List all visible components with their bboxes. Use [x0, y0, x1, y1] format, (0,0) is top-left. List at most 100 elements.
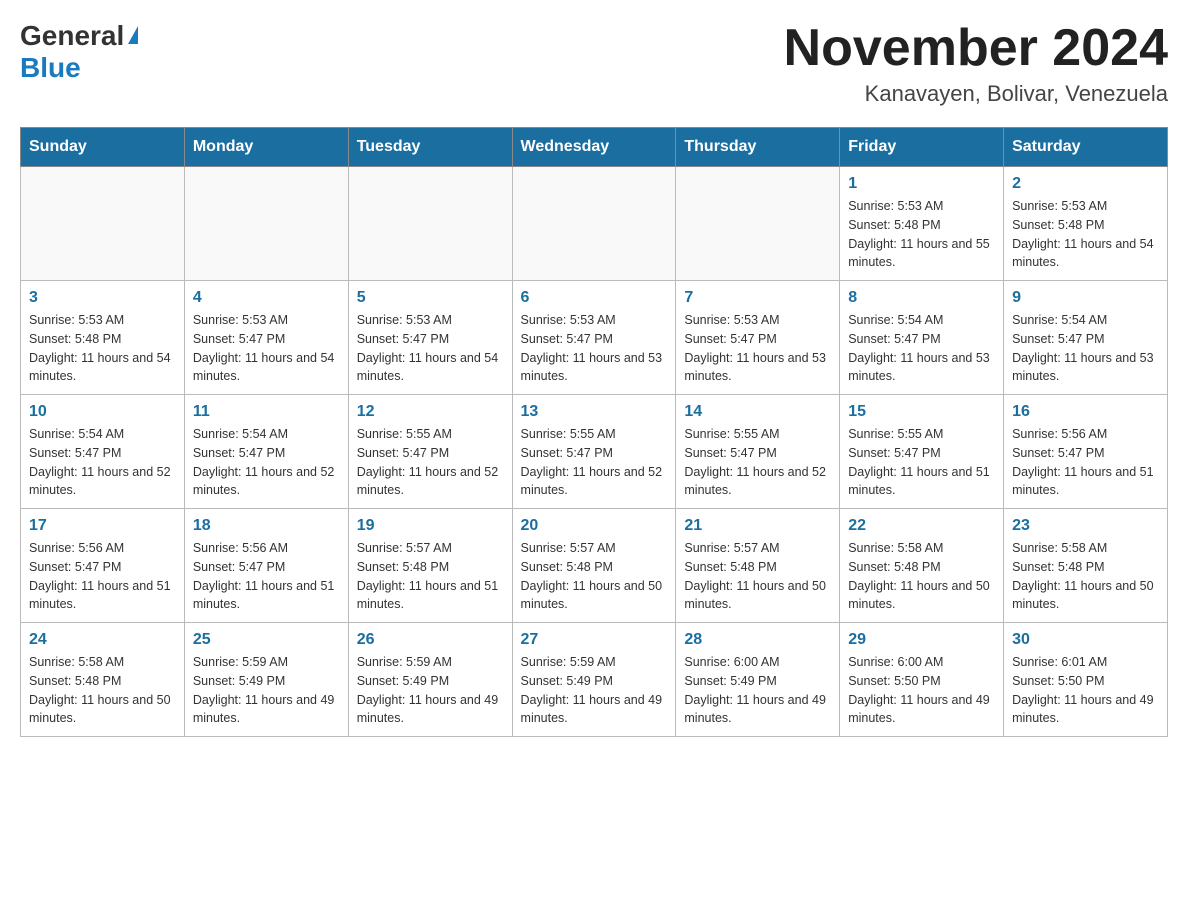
day-info: Sunrise: 5:58 AM Sunset: 5:48 PM Dayligh…	[848, 539, 995, 614]
day-of-week-header: Friday	[840, 128, 1004, 167]
calendar-cell	[348, 167, 512, 281]
day-info: Sunrise: 5:53 AM Sunset: 5:47 PM Dayligh…	[521, 311, 668, 386]
day-info: Sunrise: 5:58 AM Sunset: 5:48 PM Dayligh…	[29, 653, 176, 728]
day-number: 11	[193, 403, 340, 421]
calendar-cell	[512, 167, 676, 281]
calendar-week-row: 3 Sunrise: 5:53 AM Sunset: 5:48 PM Daylig…	[21, 281, 1168, 395]
day-info: Sunrise: 6:01 AM Sunset: 5:50 PM Dayligh…	[1012, 653, 1159, 728]
day-number: 22	[848, 517, 995, 535]
logo-triangle-icon	[128, 26, 138, 44]
day-number: 25	[193, 631, 340, 649]
calendar-cell: 1 Sunrise: 5:53 AM Sunset: 5:48 PM Daylig…	[840, 167, 1004, 281]
day-info: Sunrise: 5:53 AM Sunset: 5:47 PM Dayligh…	[357, 311, 504, 386]
calendar-cell: 6 Sunrise: 5:53 AM Sunset: 5:47 PM Daylig…	[512, 281, 676, 395]
calendar-cell: 23 Sunrise: 5:58 AM Sunset: 5:48 PM Dayli…	[1004, 509, 1168, 623]
day-number: 15	[848, 403, 995, 421]
day-number: 17	[29, 517, 176, 535]
day-number: 6	[521, 289, 668, 307]
day-info: Sunrise: 5:55 AM Sunset: 5:47 PM Dayligh…	[684, 425, 831, 500]
day-info: Sunrise: 6:00 AM Sunset: 5:50 PM Dayligh…	[848, 653, 995, 728]
month-title: November 2024	[784, 20, 1168, 77]
day-info: Sunrise: 5:53 AM Sunset: 5:48 PM Dayligh…	[1012, 197, 1159, 272]
day-info: Sunrise: 5:53 AM Sunset: 5:47 PM Dayligh…	[684, 311, 831, 386]
calendar-cell: 29 Sunrise: 6:00 AM Sunset: 5:50 PM Dayli…	[840, 623, 1004, 737]
day-info: Sunrise: 5:55 AM Sunset: 5:47 PM Dayligh…	[357, 425, 504, 500]
day-info: Sunrise: 5:58 AM Sunset: 5:48 PM Dayligh…	[1012, 539, 1159, 614]
day-info: Sunrise: 5:53 AM Sunset: 5:47 PM Dayligh…	[193, 311, 340, 386]
day-number: 1	[848, 175, 995, 193]
day-number: 28	[684, 631, 831, 649]
page-header: General Blue November 2024 Kanavayen, Bo…	[20, 20, 1168, 107]
day-info: Sunrise: 5:56 AM Sunset: 5:47 PM Dayligh…	[29, 539, 176, 614]
day-info: Sunrise: 5:54 AM Sunset: 5:47 PM Dayligh…	[29, 425, 176, 500]
day-number: 14	[684, 403, 831, 421]
calendar-cell: 5Sunrise: 5:53 AM Sunset: 5:47 PM Daylig…	[348, 281, 512, 395]
day-info: Sunrise: 5:57 AM Sunset: 5:48 PM Dayligh…	[521, 539, 668, 614]
day-number: 3	[29, 289, 176, 307]
calendar-cell: 15 Sunrise: 5:55 AM Sunset: 5:47 PM Dayli…	[840, 395, 1004, 509]
day-of-week-header: Monday	[184, 128, 348, 167]
calendar-cell	[184, 167, 348, 281]
day-number: 29	[848, 631, 995, 649]
day-of-week-header: Thursday	[676, 128, 840, 167]
day-info: Sunrise: 5:59 AM Sunset: 5:49 PM Dayligh…	[357, 653, 504, 728]
day-info: Sunrise: 6:00 AM Sunset: 5:49 PM Dayligh…	[684, 653, 831, 728]
calendar-cell	[21, 167, 185, 281]
calendar-cell: 3 Sunrise: 5:53 AM Sunset: 5:48 PM Daylig…	[21, 281, 185, 395]
calendar-cell: 14 Sunrise: 5:55 AM Sunset: 5:47 PM Dayli…	[676, 395, 840, 509]
day-info: Sunrise: 5:59 AM Sunset: 5:49 PM Dayligh…	[193, 653, 340, 728]
calendar-table: SundayMondayTuesdayWednesdayThursdayFrid…	[20, 127, 1168, 737]
day-number: 19	[357, 517, 504, 535]
calendar-cell: 24 Sunrise: 5:58 AM Sunset: 5:48 PM Dayli…	[21, 623, 185, 737]
calendar-cell: 10 Sunrise: 5:54 AM Sunset: 5:47 PM Dayli…	[21, 395, 185, 509]
day-number: 10	[29, 403, 176, 421]
calendar-week-row: 17 Sunrise: 5:56 AM Sunset: 5:47 PM Dayli…	[21, 509, 1168, 623]
calendar-cell: 9 Sunrise: 5:54 AM Sunset: 5:47 PM Daylig…	[1004, 281, 1168, 395]
day-info: Sunrise: 5:55 AM Sunset: 5:47 PM Dayligh…	[848, 425, 995, 500]
day-of-week-header: Saturday	[1004, 128, 1168, 167]
day-number: 8	[848, 289, 995, 307]
day-number: 20	[521, 517, 668, 535]
calendar-cell: 27Sunrise: 5:59 AM Sunset: 5:49 PM Dayli…	[512, 623, 676, 737]
day-number: 7	[684, 289, 831, 307]
calendar-cell	[676, 167, 840, 281]
calendar-week-row: 1 Sunrise: 5:53 AM Sunset: 5:48 PM Daylig…	[21, 167, 1168, 281]
day-info: Sunrise: 5:59 AM Sunset: 5:49 PM Dayligh…	[521, 653, 668, 728]
calendar-week-row: 10 Sunrise: 5:54 AM Sunset: 5:47 PM Dayli…	[21, 395, 1168, 509]
calendar-cell: 18 Sunrise: 5:56 AM Sunset: 5:47 PM Dayli…	[184, 509, 348, 623]
calendar-header-row: SundayMondayTuesdayWednesdayThursdayFrid…	[21, 128, 1168, 167]
calendar-cell: 19 Sunrise: 5:57 AM Sunset: 5:48 PM Dayli…	[348, 509, 512, 623]
logo-blue-text: Blue	[20, 52, 81, 83]
day-number: 30	[1012, 631, 1159, 649]
day-number: 26	[357, 631, 504, 649]
logo: General Blue	[20, 20, 138, 84]
day-info: Sunrise: 5:53 AM Sunset: 5:48 PM Dayligh…	[29, 311, 176, 386]
calendar-cell: 28 Sunrise: 6:00 AM Sunset: 5:49 PM Dayli…	[676, 623, 840, 737]
day-number: 18	[193, 517, 340, 535]
day-info: Sunrise: 5:54 AM Sunset: 5:47 PM Dayligh…	[193, 425, 340, 500]
day-info: Sunrise: 5:54 AM Sunset: 5:47 PM Dayligh…	[1012, 311, 1159, 386]
calendar-cell: 25 Sunrise: 5:59 AM Sunset: 5:49 PM Dayli…	[184, 623, 348, 737]
day-number: 16	[1012, 403, 1159, 421]
day-number: 24	[29, 631, 176, 649]
day-of-week-header: Tuesday	[348, 128, 512, 167]
calendar-cell: 30 Sunrise: 6:01 AM Sunset: 5:50 PM Dayli…	[1004, 623, 1168, 737]
calendar-cell: 20 Sunrise: 5:57 AM Sunset: 5:48 PM Dayli…	[512, 509, 676, 623]
calendar-cell: 4Sunrise: 5:53 AM Sunset: 5:47 PM Daylig…	[184, 281, 348, 395]
day-number: 23	[1012, 517, 1159, 535]
day-number: 21	[684, 517, 831, 535]
calendar-cell: 12 Sunrise: 5:55 AM Sunset: 5:47 PM Dayli…	[348, 395, 512, 509]
calendar-cell: 8 Sunrise: 5:54 AM Sunset: 5:47 PM Daylig…	[840, 281, 1004, 395]
day-info: Sunrise: 5:56 AM Sunset: 5:47 PM Dayligh…	[193, 539, 340, 614]
calendar-cell: 26 Sunrise: 5:59 AM Sunset: 5:49 PM Dayli…	[348, 623, 512, 737]
day-info: Sunrise: 5:57 AM Sunset: 5:48 PM Dayligh…	[357, 539, 504, 614]
day-info: Sunrise: 5:53 AM Sunset: 5:48 PM Dayligh…	[848, 197, 995, 272]
day-number: 2	[1012, 175, 1159, 193]
calendar-week-row: 24 Sunrise: 5:58 AM Sunset: 5:48 PM Dayli…	[21, 623, 1168, 737]
calendar-cell: 2 Sunrise: 5:53 AM Sunset: 5:48 PM Daylig…	[1004, 167, 1168, 281]
day-number: 12	[357, 403, 504, 421]
day-number: 9	[1012, 289, 1159, 307]
day-info: Sunrise: 5:54 AM Sunset: 5:47 PM Dayligh…	[848, 311, 995, 386]
day-info: Sunrise: 5:57 AM Sunset: 5:48 PM Dayligh…	[684, 539, 831, 614]
calendar-cell: 7 Sunrise: 5:53 AM Sunset: 5:47 PM Daylig…	[676, 281, 840, 395]
